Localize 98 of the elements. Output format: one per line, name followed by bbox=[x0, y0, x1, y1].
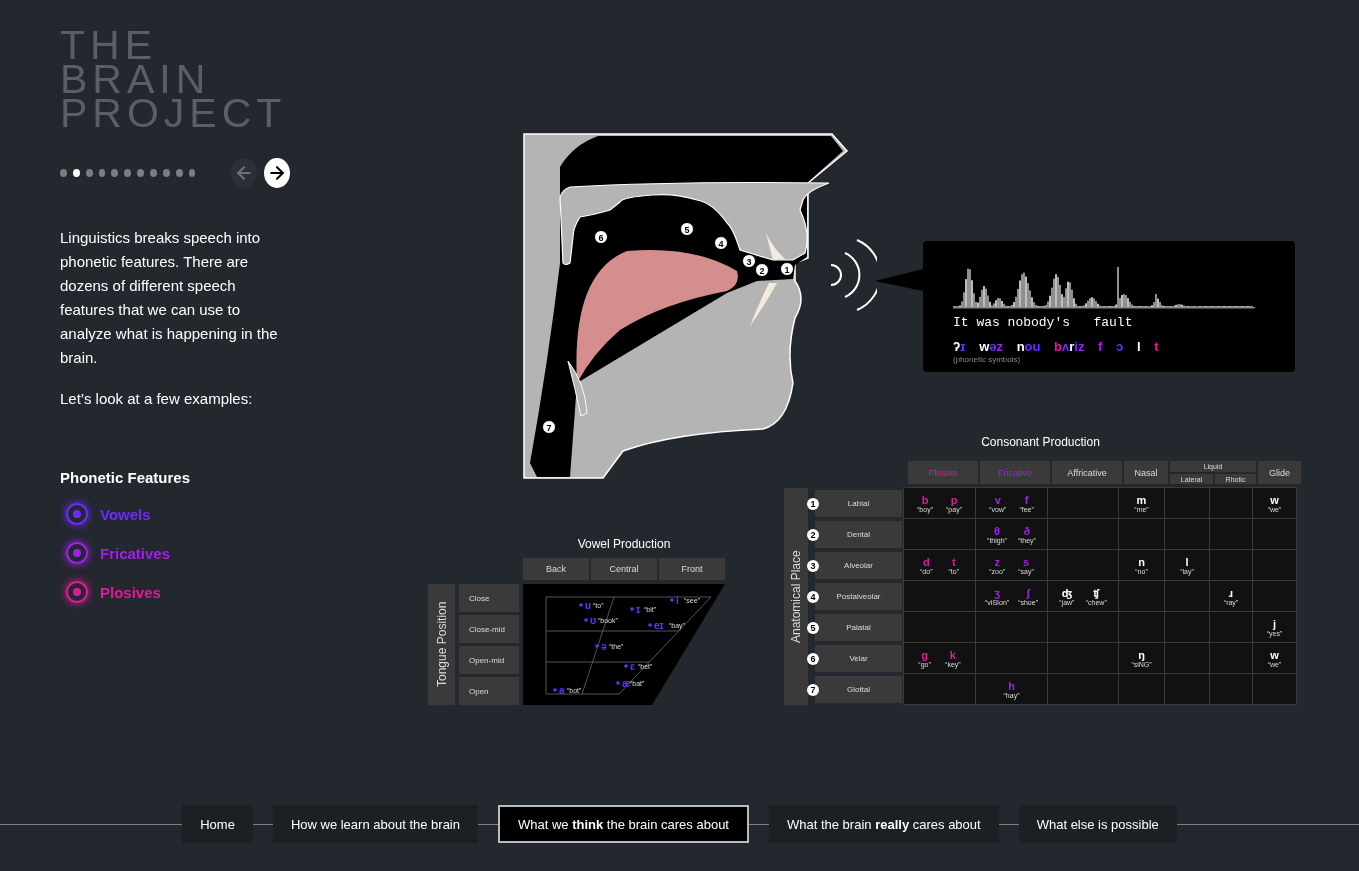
prompt-text: Let’s look at a few examples: bbox=[60, 390, 254, 407]
phone-symbol: z bbox=[994, 555, 1000, 568]
row-header: Palatal bbox=[815, 614, 902, 641]
nav-button[interactable]: Home bbox=[182, 805, 253, 843]
phone-symbol: l bbox=[1185, 555, 1189, 568]
phone-symbol: ʤ bbox=[1061, 586, 1073, 599]
phone-symbol: ŋ bbox=[1138, 648, 1145, 661]
row-header: Alveolar bbox=[815, 552, 902, 579]
row-header: Open bbox=[459, 677, 519, 705]
site-title: THE BRAIN PROJECT bbox=[60, 28, 288, 130]
chart-title: Vowel Production bbox=[576, 537, 672, 551]
vowel-symbol: ɛ bbox=[630, 661, 635, 672]
row-header: Dental bbox=[815, 521, 902, 548]
page-dot[interactable] bbox=[85, 169, 93, 177]
phone-symbol: f bbox=[1024, 493, 1029, 506]
vowel-symbol: eɪ bbox=[654, 620, 664, 631]
caption-text: (phonetic symbols) bbox=[953, 355, 1022, 364]
phone-symbol: b bbox=[921, 493, 929, 506]
nav-button[interactable]: What the brain really cares about bbox=[769, 805, 999, 843]
vowel-dot bbox=[670, 598, 674, 602]
column-header: Central bbox=[591, 558, 657, 580]
row-header: Open-mid bbox=[459, 646, 519, 674]
column-header: Back bbox=[523, 558, 589, 580]
vowel-symbol: ʊ bbox=[590, 615, 597, 626]
feature-marker-icon[interactable] bbox=[66, 542, 88, 564]
nav-button[interactable]: What we think the brain cares about bbox=[498, 805, 749, 843]
vowel-dot bbox=[648, 623, 652, 627]
phone-symbol: h bbox=[1008, 679, 1015, 692]
axis-label: Tongue Position bbox=[428, 584, 455, 705]
feature-marker-icon[interactable] bbox=[66, 581, 88, 603]
phone-symbol: ð bbox=[1023, 524, 1031, 537]
phone-symbol: m bbox=[1136, 493, 1147, 506]
vowel-symbol: i bbox=[676, 595, 679, 606]
phone-symbol: d bbox=[922, 555, 930, 568]
vowel-dot bbox=[624, 664, 628, 668]
table-cell bbox=[1164, 673, 1210, 705]
vowel-dot bbox=[584, 618, 588, 622]
row-header: Close-mid bbox=[459, 615, 519, 643]
phone-symbol: v bbox=[994, 493, 1001, 506]
phone-symbol: ʃ bbox=[1026, 586, 1030, 599]
vowel-dot bbox=[616, 681, 620, 685]
vowel-dot bbox=[595, 644, 599, 648]
page-dot[interactable] bbox=[188, 169, 196, 177]
table-cell bbox=[1209, 518, 1253, 550]
feature-marker-icon[interactable] bbox=[66, 503, 88, 525]
vowel-symbol: ə bbox=[601, 641, 607, 652]
vowel-symbol: u bbox=[585, 600, 592, 611]
vowel-dot bbox=[579, 603, 583, 607]
phone-symbol: j bbox=[1272, 617, 1277, 630]
section-heading: Phonetic Features bbox=[60, 469, 192, 486]
page-dot[interactable] bbox=[111, 169, 119, 177]
page-dot[interactable] bbox=[124, 169, 132, 177]
vowel-dot bbox=[553, 688, 557, 692]
phone-symbol: k bbox=[949, 648, 956, 661]
phone-symbol: w bbox=[1270, 648, 1279, 661]
sentence-text: It was nobody's fault bbox=[953, 315, 1134, 330]
vowel-symbol: æ bbox=[622, 678, 631, 689]
chart-title: Consonant Production bbox=[980, 435, 1101, 449]
column-header: Fricative bbox=[980, 461, 1050, 484]
phone-symbol: t bbox=[951, 555, 956, 568]
phonetic-transcription: ʔɪ wəz nou bʌriz f ɔ l t bbox=[953, 339, 1160, 354]
column-header: Affricative bbox=[1052, 461, 1122, 484]
phone-symbol: s bbox=[1023, 555, 1030, 568]
row-header: Glottal bbox=[815, 676, 902, 703]
phone-symbol: n bbox=[1138, 555, 1145, 568]
row-header: Velar bbox=[815, 645, 902, 672]
page-dot[interactable] bbox=[137, 169, 144, 177]
table-cell bbox=[1164, 611, 1210, 643]
row-header: Postalveolar bbox=[815, 583, 902, 610]
column-header: Front bbox=[659, 558, 725, 580]
intro-text: Linguistics breaks speech into phonetic features. There are dozens of different speech features that we can use to analyze what is happening in the brain. bbox=[60, 228, 279, 368]
phone-symbol: θ bbox=[994, 524, 1000, 537]
page-dot[interactable] bbox=[175, 169, 183, 177]
phone-symbol: g bbox=[921, 648, 928, 661]
phone-symbol: p bbox=[950, 493, 958, 506]
row-header: Labial bbox=[815, 490, 902, 517]
vowel-symbol: ɪ bbox=[636, 604, 641, 615]
column-header: Plosive bbox=[908, 461, 978, 484]
vowel-symbol: a bbox=[559, 685, 565, 696]
nav-button[interactable]: What else is possible bbox=[1018, 805, 1177, 843]
table-cell bbox=[1252, 549, 1297, 581]
phone-symbol: w bbox=[1270, 493, 1279, 506]
column-header: Nasal bbox=[1124, 461, 1168, 484]
phone-symbol: ʒ bbox=[994, 586, 1000, 599]
page-dot[interactable] bbox=[162, 169, 170, 177]
page-dot[interactable] bbox=[98, 169, 106, 177]
nav-button[interactable]: How we learn about the brain bbox=[272, 805, 478, 843]
page-dot[interactable] bbox=[72, 169, 80, 177]
axis-label: Anatomical Place bbox=[784, 488, 808, 705]
column-header: Glide bbox=[1258, 461, 1301, 484]
phone-symbol: ʧ bbox=[1093, 586, 1100, 599]
page-dot[interactable] bbox=[60, 169, 67, 177]
phone-symbol: ɹ bbox=[1228, 586, 1234, 599]
table-cell bbox=[1209, 673, 1253, 705]
page-dot[interactable] bbox=[150, 169, 157, 177]
row-header: Close bbox=[459, 584, 519, 612]
next-button[interactable] bbox=[264, 158, 290, 188]
vowel-dot bbox=[630, 607, 634, 611]
